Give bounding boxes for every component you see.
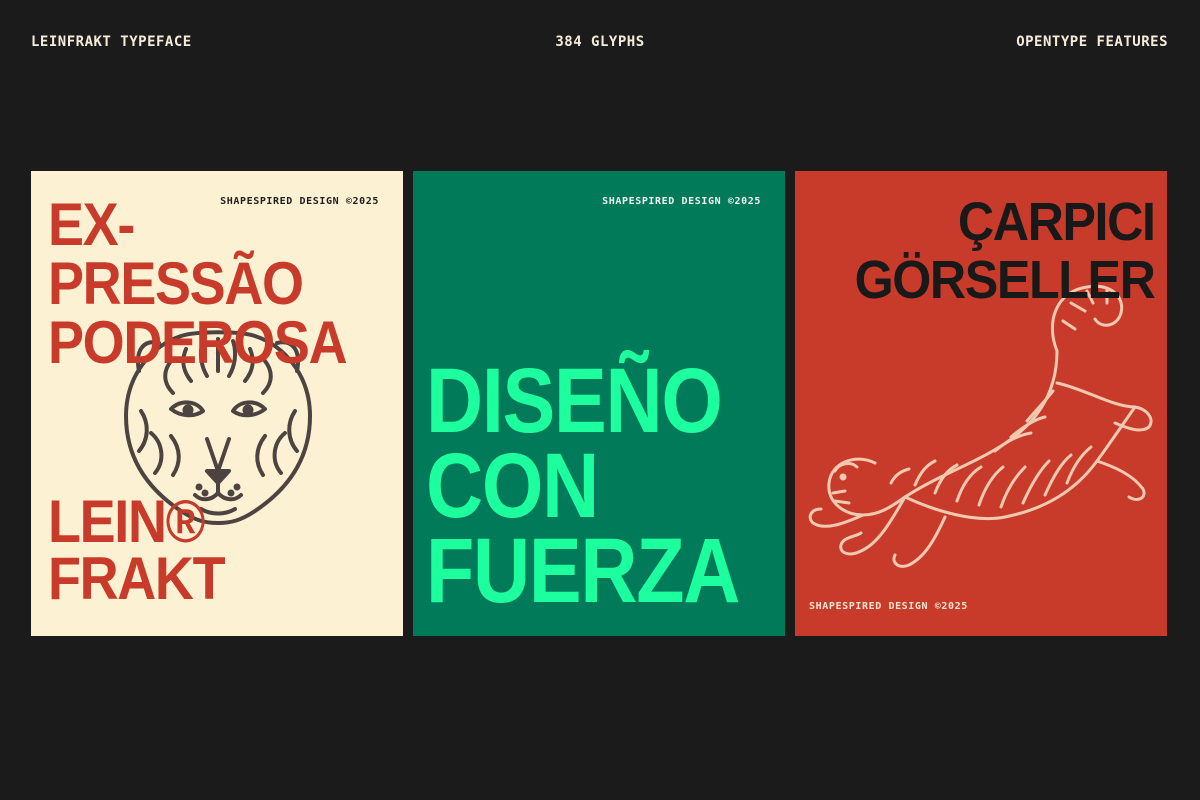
- name-line: LEIN®: [48, 488, 224, 555]
- headline-line: ÇARPICI: [958, 192, 1156, 252]
- headline-line: CON: [426, 435, 599, 537]
- poster-diseno: SHAPESPIRED DESIGN ©2025 DISEÑO CON FUER…: [413, 171, 785, 636]
- registered-mark: ®: [165, 488, 206, 555]
- opentype-label: OPENTYPE FEATURES: [1016, 34, 1168, 50]
- headline-line: PRESSÃO: [48, 250, 304, 317]
- poster-expressao: SHAPESPIRED DESIGN ©2025 EX- PRESSÃO POD…: [31, 171, 403, 636]
- headline-line: PODEROSA: [48, 309, 348, 376]
- poster-credit: SHAPESPIRED DESIGN ©2025: [602, 196, 761, 207]
- poster-credit: SHAPESPIRED DESIGN ©2025: [809, 601, 968, 612]
- poster-carpici: ÇARPICI GÖRSELLER SHAPESPIRED DESIGN ©20…: [795, 171, 1167, 636]
- poster-headline: DISEÑO CON FUERZA: [426, 350, 740, 622]
- headline-line: EX-: [48, 191, 135, 258]
- name-line: FRAKT: [48, 545, 226, 612]
- poster-headline: ÇARPICI GÖRSELLER: [855, 192, 1156, 310]
- headline-line: FUERZA: [426, 520, 740, 622]
- typeface-name: LEIN® FRAKT: [48, 488, 226, 612]
- poster-headline: EX- PRESSÃO PODEROSA: [48, 191, 348, 376]
- headline-line: GÖRSELLER: [855, 250, 1156, 310]
- headline-line: DISEÑO: [426, 350, 723, 452]
